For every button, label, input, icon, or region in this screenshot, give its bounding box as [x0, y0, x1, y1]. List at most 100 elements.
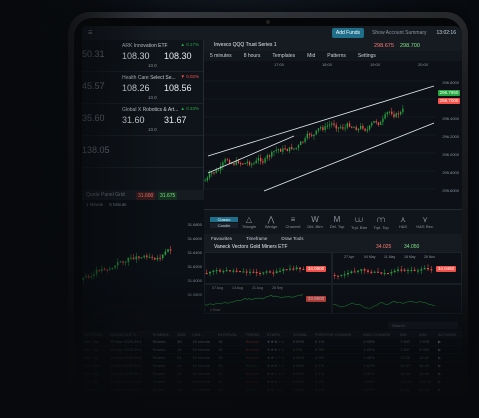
account-summary-link[interactable]: Show Account Summary — [368, 30, 430, 36]
candle-body — [340, 274, 343, 276]
chart-toolbar-item[interactable]: Settings — [352, 53, 382, 59]
candle-body — [148, 256, 151, 258]
candle-body — [413, 269, 416, 271]
main-chart-panel[interactable]: Invesco QQQ Trust Series 1 298.675 298.7… — [204, 40, 462, 210]
column-header[interactable]: BID — [398, 331, 418, 338]
mini-chart-4[interactable] — [332, 284, 462, 314]
pattern-tool[interactable]: M Dbl. Top — [326, 215, 348, 229]
table-cell[interactable]: ▶ — [436, 369, 462, 378]
column-header[interactable]: BREAKOUT T... — [108, 331, 151, 338]
candle-body — [384, 114, 386, 119]
column-header[interactable]: INTERVAL — [216, 331, 244, 338]
tab-1-minute[interactable]: 1 Minute — [86, 202, 103, 207]
column-header[interactable]: PATTERN — [82, 331, 109, 338]
column-header[interactable]: POSITIVE CHANGE — [313, 331, 362, 338]
pattern-tool[interactable]: △ Triangle — [238, 215, 260, 229]
column-header[interactable]: SIZE — [175, 331, 191, 338]
trendline-upper[interactable] — [207, 85, 435, 157]
pattern-tool[interactable]: W Dbl. Btm — [304, 215, 326, 229]
add-funds-button[interactable]: Add Funds — [331, 28, 365, 38]
search-input[interactable]: Search — [388, 322, 458, 329]
watchlist-row[interactable]: 50.31 ARK Innovation ETF ▲ 0.17% 108.30 108.… — [82, 40, 203, 72]
watchlist-buy[interactable]: 108.30 — [164, 51, 192, 61]
tools-subbar: Favourites Timeframe Draw Tools — [204, 234, 462, 243]
column-header[interactable]: ASK — [417, 331, 436, 338]
column-header[interactable]: ACTIONS — [436, 331, 462, 338]
pattern-tool[interactable]: ⋀ Wedge — [260, 215, 282, 229]
tools-subbar-item[interactable]: Favourites — [204, 236, 239, 241]
candle-body — [324, 126, 326, 130]
candle-body — [350, 271, 353, 273]
tools-subbar-item[interactable]: Timeframe — [239, 236, 274, 241]
watchlist-sell[interactable]: 31.60 — [122, 115, 145, 125]
candle-body — [388, 111, 391, 113]
candle-body — [363, 269, 366, 271]
trendline-wedge[interactable] — [207, 135, 295, 174]
table-cell: 15 — [216, 361, 244, 370]
x-tick-label: 19:00 — [370, 62, 381, 67]
pattern-tool[interactable]: ⩋ Trpl. Top — [370, 215, 392, 230]
wedge-icon: ⋀ — [267, 215, 275, 224]
trendline-lower[interactable] — [263, 122, 435, 192]
quote-panel-chart[interactable]: 1 Minute 5 Minute 31.600 31.675 31.6800 3… — [82, 192, 204, 304]
table-cell[interactable]: ▶ — [436, 353, 462, 362]
column-header[interactable]: SIGNAL — [290, 331, 314, 338]
sell-price[interactable]: 31.600 — [136, 192, 156, 200]
candle-body — [242, 271, 245, 273]
bottom-buy-price[interactable]: 34.050 — [404, 243, 419, 252]
candle-body — [151, 256, 153, 258]
candle-body — [284, 148, 286, 150]
bottom-sell-price[interactable]: 34.025 — [376, 243, 391, 252]
table-cell[interactable]: ▶ — [436, 377, 462, 386]
table-cell[interactable]: ▶ — [436, 338, 462, 346]
chart-toolbar-item[interactable]: 5 minutes — [204, 53, 238, 59]
table-cell: Bearish — [243, 338, 265, 346]
main-candlestick-chart[interactable] — [204, 61, 462, 210]
candle-body — [228, 160, 231, 164]
pattern-tool[interactable]: ≡ Channel — [282, 215, 304, 229]
watchlist-row[interactable]: 35.60 Global X Robotics & Art... ▲ 0.33% 31… — [82, 104, 203, 136]
watchlist-price-left: 50.31 — [82, 49, 105, 59]
classic-mode-button[interactable]: Classic — [210, 216, 238, 222]
watchlist-row[interactable]: 45.57 Health Care Select Se... ▼ 0.02% 108.… — [82, 72, 203, 104]
pattern-tool[interactable]: ⋏ H&S — [392, 215, 414, 229]
y-tick-label: 296.4000 — [442, 116, 459, 121]
table-row[interactable]: Dbl. Top 20 Nov 2020 20:1 Shares 51 15 minut… — [82, 353, 462, 362]
chart-toolbar-item[interactable]: Patterns — [321, 53, 352, 59]
pattern-tool[interactable]: ⩊ Trpl. Btm — [348, 215, 370, 230]
watchlist-sell[interactable]: 108.26 — [122, 83, 150, 93]
table-cell[interactable]: ▶ — [436, 361, 462, 370]
table-cell[interactable]: ▶ — [436, 385, 462, 394]
candle-body — [282, 269, 285, 271]
table-row[interactable]: Dbl. Top 20 Nov 2020 20:1 Shares 30 15 minut… — [82, 338, 462, 346]
table-cell: 1.05% — [361, 345, 399, 354]
buy-price[interactable]: 31.675 — [158, 192, 178, 200]
watchlist-sell[interactable]: 108.30 — [122, 51, 150, 61]
candle-body — [373, 271, 376, 273]
candle-body — [98, 269, 100, 272]
tab-5-minute[interactable]: 5 Minute — [109, 202, 126, 207]
table-row[interactable]: Dbl. Top 20 Nov 2020 20:1 Shares 32 15 minut… — [82, 377, 462, 386]
candle-body — [313, 134, 315, 137]
table-row[interactable]: Dbl. Top 20 Nov 2020 20:1 Shares 23 15 minut… — [82, 369, 462, 378]
menu-icon[interactable]: ☰ — [82, 30, 98, 36]
column-header[interactable]: LEN... — [190, 331, 217, 338]
pattern-tool[interactable]: ⋎ H&S Rev. — [414, 215, 436, 229]
chart-toolbar-item[interactable]: 8 hours — [238, 53, 267, 59]
table-row[interactable]: Dbl. Btm 20 Nov 2020 20:1 Shares 19 15 minut… — [82, 385, 462, 394]
candle-mode-button[interactable]: Candle — [210, 222, 238, 228]
table-cell[interactable]: ▶ — [436, 345, 462, 354]
column-header[interactable]: SYMBOL — [150, 331, 176, 338]
watchlist-buy[interactable]: 108.56 — [164, 83, 192, 93]
table-cell: ★★★☆☆ — [264, 361, 291, 370]
watchlist-row[interactable]: 138.05 — [82, 136, 203, 168]
column-header[interactable]: STARS — [264, 331, 291, 338]
table-row[interactable]: Dbl. Top 20 Nov 2020 20:1 Shares 16 15 minut… — [82, 345, 462, 354]
watchlist-buy[interactable]: 31.67 — [164, 115, 187, 125]
table-row[interactable]: Dbl. Btm 20 Nov 2020 20:1 Shares 14 15 minut… — [82, 361, 462, 370]
chart-toolbar-item[interactable]: Templates — [266, 53, 301, 59]
chart-toolbar-item[interactable]: Mid — [301, 53, 321, 59]
column-header[interactable]: MAX CHANGE — [361, 331, 399, 338]
column-header[interactable]: TREND — [243, 331, 265, 338]
tools-subbar-item[interactable]: Draw Tools — [274, 236, 310, 241]
